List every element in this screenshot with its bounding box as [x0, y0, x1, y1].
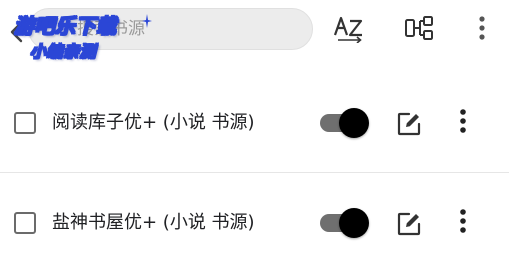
source-name: 阅读库子优+ (小说 书源) [52, 112, 255, 133]
edit-icon [396, 212, 422, 241]
more-vert-icon [459, 208, 467, 238]
source-enable-switch[interactable] [318, 208, 370, 238]
row-divider [0, 172, 509, 173]
source-row[interactable]: 阅读库子优+ (小说 书源) [0, 78, 509, 168]
more-vert-icon [478, 15, 486, 45]
edit-icon [396, 112, 422, 141]
watermark-line-2: 小编亲测 [29, 41, 97, 61]
sort-button[interactable] [330, 12, 368, 48]
watermark-spark-icon [142, 14, 152, 28]
source-enable-switch[interactable] [318, 108, 370, 138]
source-name: 盐神书屋优+ (小说 书源) [52, 212, 255, 233]
switch-thumb [339, 208, 369, 238]
edit-button[interactable] [396, 111, 422, 137]
row-more-button[interactable] [452, 208, 474, 238]
group-button[interactable] [402, 12, 438, 48]
edit-button[interactable] [396, 211, 422, 237]
source-checkbox[interactable] [14, 112, 36, 134]
watermark: 游吧乐下载 小编亲测 [13, 8, 154, 64]
source-row[interactable]: 盐神书屋优+ (小说 书源) [0, 178, 509, 268]
switch-thumb [339, 108, 369, 138]
toolbar-more-button[interactable] [470, 12, 494, 48]
group-tree-icon [404, 14, 436, 46]
more-vert-icon [459, 108, 467, 138]
sort-az-icon [332, 13, 366, 47]
source-checkbox[interactable] [14, 212, 36, 234]
row-more-button[interactable] [452, 108, 474, 138]
watermark-line-1: 游吧乐下载 [13, 13, 117, 38]
